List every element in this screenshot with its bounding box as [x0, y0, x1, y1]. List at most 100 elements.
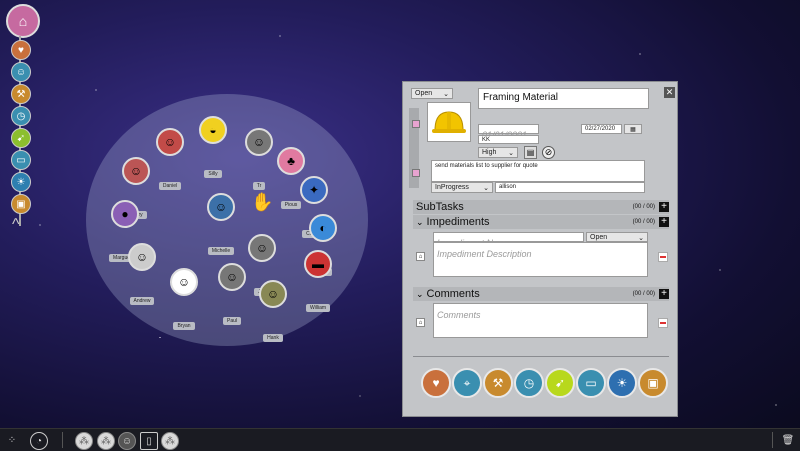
tools-icon: ⚒	[16, 88, 26, 100]
comments-input[interactable]: Comments	[433, 303, 648, 338]
comments-count: (00 / 00)	[632, 291, 655, 297]
home-icon: ⌂	[18, 13, 28, 29]
runner-icon: ➹	[554, 376, 566, 390]
block-button[interactable]: ⊘	[542, 146, 555, 159]
add-subtask-button[interactable]: +	[659, 202, 669, 212]
dashboard-icon[interactable]: ◔	[30, 432, 48, 450]
comments-title: Comments	[426, 288, 480, 300]
board-button[interactable]: ▣	[11, 194, 31, 214]
runner-button[interactable]: ➹	[11, 128, 31, 148]
document-icon: ▤	[526, 148, 535, 157]
divider	[62, 432, 63, 448]
status-select[interactable]: Open ⌄	[411, 88, 453, 99]
chevron-down-icon: ⌄	[416, 216, 424, 227]
subtasks-section[interactable]: SubTasks (00 / 00) +	[413, 200, 669, 214]
description-input[interactable]: send materials list to supplier for quot…	[431, 160, 645, 182]
sun-icon: ☀	[16, 176, 26, 188]
divider	[772, 432, 773, 448]
tools-category-button[interactable]: ⚒	[483, 368, 513, 398]
layout-icon[interactable]: ▯	[140, 432, 158, 450]
group-icon: ☺	[15, 66, 27, 78]
tools-button[interactable]: ⚒	[11, 84, 31, 104]
start-date-input[interactable]: 01/01/0001	[478, 124, 539, 140]
chevron-down-icon: ⌄	[416, 288, 424, 299]
hand-cursor-icon: ✋	[251, 192, 274, 212]
avatar-group-icon[interactable]: ⁂	[97, 432, 115, 450]
comments-section[interactable]: ⌄ Comments (00 / 00) +	[413, 287, 669, 301]
avatar-group-icon[interactable]: ⁂	[161, 432, 179, 450]
collapse-toolbar-button[interactable]: ^	[12, 216, 20, 234]
chevron-down-icon: ⌄	[483, 185, 489, 192]
impediments-section[interactable]: ⌄ Impediments (00 / 00) +	[413, 215, 669, 229]
sun-icon: ☀	[616, 376, 628, 390]
impediment-name-input[interactable]: Impediment Name	[433, 232, 584, 248]
impediments-count: (00 / 00)	[632, 219, 655, 225]
chevron-down-icon: ⌄	[443, 91, 449, 98]
add-comment-button[interactable]: +	[659, 289, 669, 299]
sun-button[interactable]: ☀	[11, 172, 31, 192]
close-button[interactable]: ✕	[664, 87, 675, 98]
chat-icon: ▭	[585, 376, 597, 390]
add-impediment-button[interactable]: +	[659, 217, 669, 227]
avatar: ☺	[122, 157, 150, 185]
runner-category-button[interactable]: ➹	[545, 368, 575, 398]
impediment-status-select[interactable]: Open ⌄	[586, 232, 648, 242]
owner-input[interactable]: KK	[478, 135, 539, 144]
document-button[interactable]: ▤	[524, 146, 537, 159]
avatar: ●	[111, 200, 139, 228]
task-detail-panel: Open ⌄ Framing Material ✕ 01/01/0001 KK …	[402, 81, 678, 417]
remove-impediment-button[interactable]	[658, 252, 668, 262]
clock-icon: ◷	[523, 376, 535, 390]
impediment-home-icon[interactable]: ⌂	[416, 252, 425, 261]
task-title-input[interactable]: Framing Material	[478, 88, 649, 109]
clock-category-button[interactable]: ◷	[514, 368, 544, 398]
remove-comment-button[interactable]	[658, 318, 668, 328]
subtasks-count: (00 / 00)	[632, 204, 655, 210]
board-icon: ▣	[16, 198, 26, 210]
avatar: ☺	[128, 243, 156, 271]
group-button[interactable]: ☺	[11, 62, 31, 82]
chevron-down-icon: ⌄	[638, 235, 644, 242]
task-image[interactable]	[427, 102, 471, 142]
comment-home-icon[interactable]: ⌂	[416, 318, 425, 327]
trash-icon[interactable]: 🗑	[780, 432, 796, 448]
pink-tag-icon[interactable]	[412, 120, 420, 128]
map-pin-icon: ⌖	[463, 375, 471, 390]
hard-hat-icon	[432, 111, 466, 133]
tools-icon: ⚒	[492, 376, 504, 390]
heart-category-button[interactable]: ♥	[421, 368, 451, 398]
subtasks-title: SubTasks	[416, 201, 464, 213]
priority-select[interactable]: High ⌄	[478, 147, 518, 158]
clock-button[interactable]: ◷	[11, 106, 31, 126]
person-node[interactable]: ☺ Hank	[223, 280, 323, 344]
avatar: ◐	[309, 214, 337, 242]
avatar: ♣	[277, 147, 305, 175]
avatar: ✦	[300, 176, 328, 204]
map-pin-category-button[interactable]: ⌖	[452, 368, 482, 398]
category-icon-bar: ♥ ⌖ ⚒ ◷ ➹ ▭ ☀ ▣	[413, 356, 669, 409]
impediments-title: Impediments	[426, 216, 490, 228]
state-select[interactable]: InProgress ⌄	[431, 182, 493, 193]
bottom-taskbar: ⁘ ◔ ⁂ ⁂ ☺ ▯ ⁂ 🗑	[0, 428, 800, 451]
avatar: ☺	[207, 193, 235, 221]
calendar-button[interactable]: ▦	[624, 124, 642, 134]
chat-icon: ▭	[16, 154, 26, 166]
heart-icon: ♥	[18, 44, 24, 56]
heart-button[interactable]: ♥	[11, 40, 31, 60]
avatar-photo-icon[interactable]: ☺	[118, 432, 136, 450]
chat-button[interactable]: ▭	[11, 150, 31, 170]
impediment-description-input[interactable]: Impediment Description	[433, 242, 648, 277]
due-date-input[interactable]: 02/27/2020	[581, 124, 622, 134]
pink-tag-icon[interactable]	[412, 169, 420, 177]
network-icon[interactable]: ⁘	[4, 432, 20, 448]
sun-category-button[interactable]: ☀	[607, 368, 637, 398]
chat-category-button[interactable]: ▭	[576, 368, 606, 398]
avatar-group-icon[interactable]: ⁂	[75, 432, 93, 450]
home-button[interactable]: ⌂	[6, 4, 40, 38]
calendar-icon: ▦	[630, 127, 636, 133]
board-category-button[interactable]: ▣	[638, 368, 668, 398]
assignee-input[interactable]: allison	[495, 182, 645, 193]
runner-icon: ➹	[16, 132, 26, 144]
heart-icon: ♥	[432, 376, 440, 390]
block-icon: ⊘	[544, 147, 553, 157]
